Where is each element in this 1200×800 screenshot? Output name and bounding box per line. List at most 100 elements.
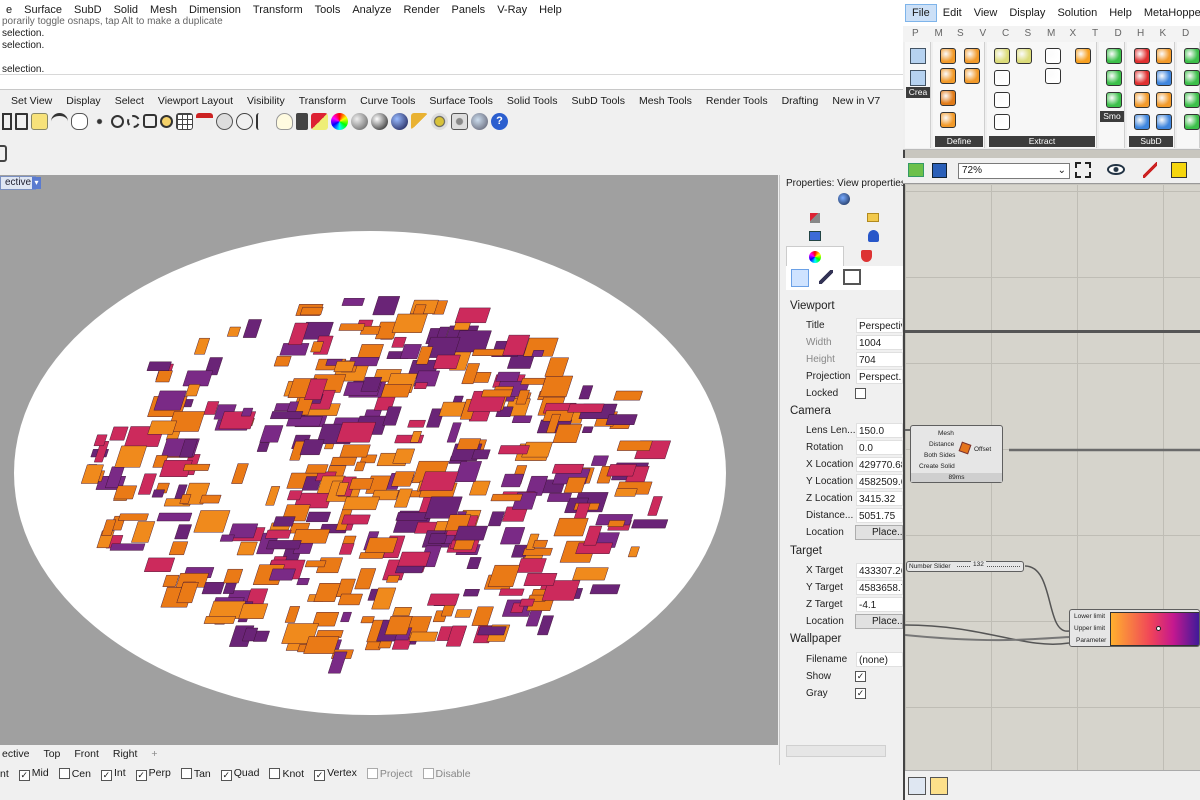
property-checkbox[interactable]: ✓ [855, 671, 866, 682]
menu-analyze[interactable]: Analyze [346, 4, 397, 16]
image-icon[interactable] [809, 231, 821, 241]
osnap-checkbox[interactable] [422, 768, 434, 779]
osnap-checkbox[interactable] [269, 768, 281, 779]
gradient-preview[interactable] [1110, 612, 1199, 646]
ribbon-component-icon[interactable] [1075, 48, 1091, 64]
command-input[interactable] [0, 74, 903, 90]
tab-viewport-properties[interactable] [786, 246, 844, 266]
ribbon-component-icon[interactable] [940, 68, 956, 84]
tab-drafting[interactable]: Drafting [775, 95, 826, 107]
view-props-icon[interactable] [838, 193, 850, 205]
ribbon-component-icon[interactable] [1106, 92, 1122, 108]
ortho-icon[interactable] [236, 112, 253, 130]
property-value[interactable]: -4.1 [856, 597, 903, 612]
viewport[interactable] [0, 175, 778, 745]
undo-icon[interactable] [51, 112, 68, 130]
gradient-grip[interactable] [1156, 626, 1161, 631]
menu-surface[interactable]: Surface [18, 4, 68, 16]
tab-set-view[interactable]: Set View [4, 95, 59, 107]
input-mesh[interactable]: Mesh [938, 430, 954, 437]
osnap-tan[interactable]: Tan [180, 768, 211, 780]
property-value[interactable]: Perspect... [856, 369, 903, 384]
osnap-knot[interactable]: Knot [269, 768, 304, 780]
input-parameter[interactable]: Parameter [1076, 637, 1106, 644]
viewport-menu-dropdown-icon[interactable]: ▾ [32, 177, 41, 189]
ribbon-component-icon[interactable] [1156, 114, 1172, 130]
tab-viewport-layout[interactable]: Viewport Layout [151, 95, 240, 107]
osnap-int[interactable]: ✓ Int [100, 767, 126, 781]
ribbon-component-icon[interactable] [1134, 114, 1150, 130]
property-value[interactable]: 5051.75 [856, 508, 903, 523]
osnap-checkbox[interactable]: ✓ [220, 770, 232, 781]
tab-curve-tools[interactable]: Curve Tools [353, 95, 422, 107]
create-mesh-icon[interactable] [910, 48, 926, 64]
gh-category-tab[interactable]: K [1160, 28, 1167, 39]
folder-icon[interactable] [867, 213, 879, 222]
preview-eye-icon[interactable] [1107, 164, 1125, 175]
property-value[interactable]: 704 [856, 352, 903, 367]
copy-icon[interactable] [15, 112, 28, 130]
vptab-front[interactable]: Front [74, 748, 99, 760]
tab-subd-tools[interactable]: SubD Tools [564, 95, 632, 107]
menu-panels[interactable]: Panels [446, 4, 492, 16]
number-slider[interactable]: Number Slider 132 [906, 561, 1024, 572]
bell-icon[interactable] [868, 230, 879, 242]
vptab-perspective[interactable]: ective [0, 748, 29, 760]
camera-icon[interactable] [791, 269, 809, 287]
input-lower-limit[interactable]: Lower limit [1074, 613, 1105, 620]
vptab-right[interactable]: Right [113, 748, 138, 760]
gh-category-tab[interactable]: S [957, 28, 964, 39]
ribbon-component-icon[interactable] [1045, 68, 1061, 84]
property-value[interactable]: 4582509.67 [856, 474, 903, 489]
ribbon-component-icon[interactable] [964, 68, 980, 84]
ribbon-component-icon[interactable] [994, 92, 1010, 108]
ribbon-component-icon[interactable] [1156, 92, 1172, 108]
ribbon-component-icon[interactable] [1016, 48, 1032, 64]
property-value[interactable]: 3415.32 [856, 491, 903, 506]
ribbon-component-icon[interactable] [1045, 48, 1061, 64]
download-icon[interactable] [908, 777, 926, 795]
ribbon-component-icon[interactable] [1134, 48, 1150, 64]
gh-category-tab[interactable]: D [1182, 28, 1189, 39]
shade-icon[interactable] [216, 112, 233, 130]
ribbon-component-icon[interactable] [1184, 70, 1200, 86]
pencil-icon[interactable] [810, 213, 820, 223]
gh-menu-display[interactable]: Display [1003, 5, 1051, 21]
input-distance[interactable]: Distance [929, 441, 954, 448]
tab-display[interactable]: Display [59, 95, 107, 107]
material-icon[interactable] [311, 112, 328, 130]
property-value[interactable]: 0.0 [856, 440, 903, 455]
cursor-icon[interactable] [256, 112, 273, 130]
property-checkbox[interactable] [855, 388, 866, 399]
menu-render[interactable]: Render [397, 4, 445, 16]
mesh-offset-component[interactable]: Mesh Distance Both Sides Create Solid Of… [910, 425, 1003, 483]
mesh-box-icon[interactable] [910, 70, 926, 86]
slider-track[interactable] [957, 566, 1020, 567]
zoom-icon[interactable] [111, 114, 124, 128]
eyedropper-icon[interactable] [819, 270, 833, 284]
osnap-checkbox[interactable]: ✓ [18, 770, 30, 781]
osnap-nt[interactable]: nt [0, 768, 9, 780]
zoom-level-select[interactable]: 72% ⌄ [958, 163, 1070, 179]
gh-category-tab[interactable]: C [1002, 28, 1009, 39]
input-both-sides[interactable]: Both Sides [924, 452, 955, 459]
gh-category-tab[interactable]: M [1047, 28, 1055, 39]
zoom-window-icon[interactable] [127, 114, 140, 128]
add-viewport-tab-icon[interactable]: + [151, 748, 157, 760]
ribbon-component-icon[interactable] [1106, 48, 1122, 64]
bake-icon[interactable] [1171, 162, 1187, 178]
ribbon-component-icon[interactable] [940, 112, 956, 128]
tab-select[interactable]: Select [108, 95, 151, 107]
menu-mesh[interactable]: Mesh [144, 4, 183, 16]
pan-hand-icon[interactable] [71, 112, 88, 130]
shield-icon[interactable] [861, 250, 872, 262]
gh-category-tab[interactable]: H [1137, 28, 1144, 39]
input-create-solid[interactable]: Create Solid [919, 463, 955, 470]
render-sphere-blue-icon[interactable] [391, 112, 408, 130]
viewport-title[interactable]: ective [0, 176, 37, 190]
arrow-tool-icon[interactable] [411, 112, 428, 130]
ribbon-component-icon[interactable] [1184, 92, 1200, 108]
ribbon-component-icon[interactable] [1184, 48, 1200, 64]
menu-transform[interactable]: Transform [247, 4, 309, 16]
osnap-perp[interactable]: ✓ Perp [135, 767, 171, 781]
